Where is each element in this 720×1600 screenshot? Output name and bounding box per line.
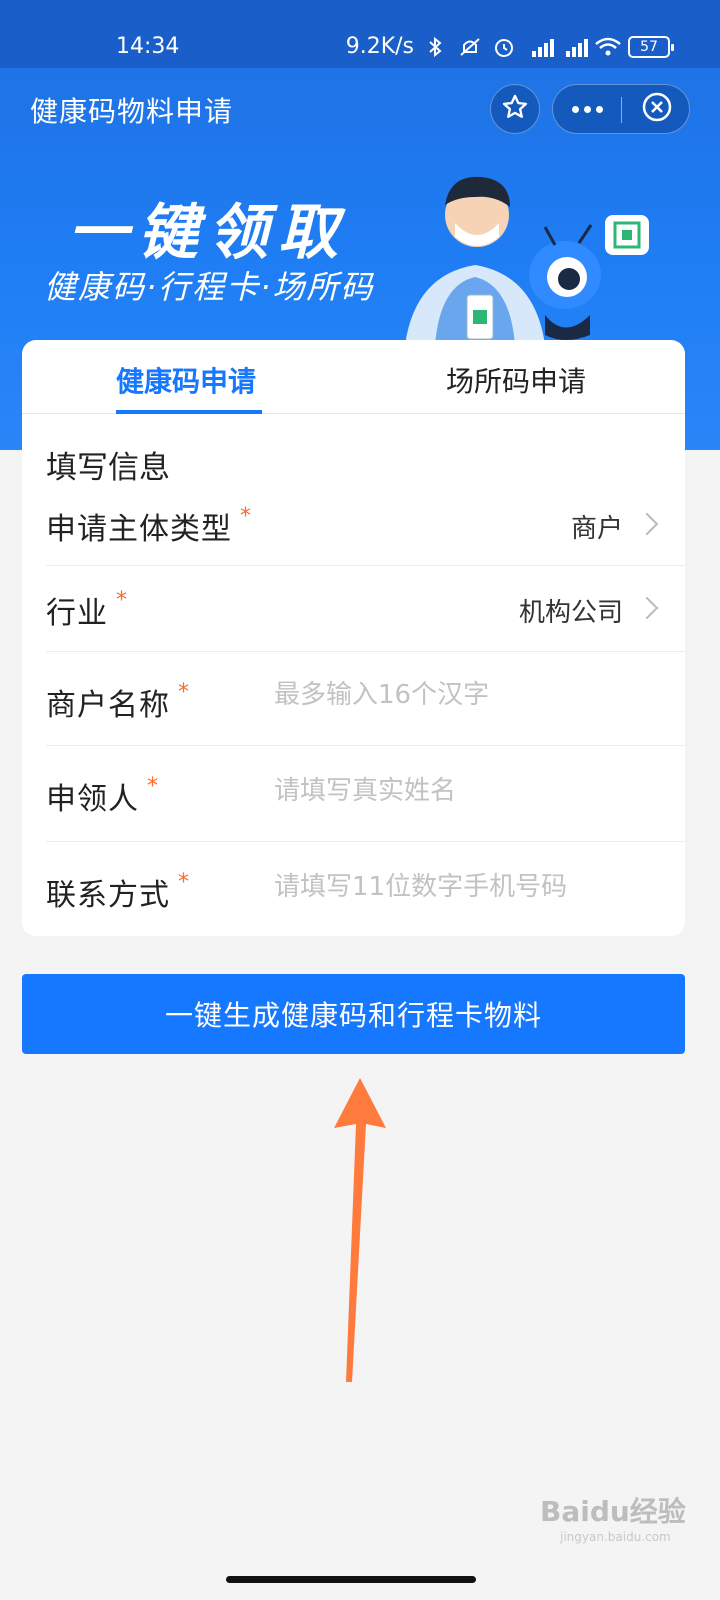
more-dots-icon xyxy=(571,105,579,113)
required-mark: * xyxy=(147,774,159,799)
tab-venue-code[interactable]: 场所码申请 xyxy=(446,360,586,414)
merchant-name-input[interactable] xyxy=(274,680,654,710)
bluetooth-icon xyxy=(424,36,448,58)
chevron-right-icon xyxy=(635,512,659,536)
field-contact: 联系方式 * xyxy=(46,842,685,936)
field-label: 商户名称 * xyxy=(46,680,190,723)
miniapp-capsule xyxy=(552,84,690,134)
close-circle-icon xyxy=(641,91,673,127)
arrow-up-annotation xyxy=(330,1076,390,1390)
required-mark: * xyxy=(240,504,252,529)
watermark-url: jingyan.baidu.com xyxy=(560,1530,671,1544)
battery-indicator: 57 xyxy=(628,35,674,58)
tab-health-code[interactable]: 健康码申请 xyxy=(116,360,262,414)
field-label: 行业 * xyxy=(46,588,128,631)
field-value: 商户 xyxy=(570,514,623,544)
tab-bar: 健康码申请 场所码申请 xyxy=(22,340,685,414)
required-mark: * xyxy=(178,680,190,705)
field-label: 申领人 * xyxy=(46,774,159,817)
favorite-button[interactable] xyxy=(490,84,540,134)
status-bar: 14:34 9.2K/s 57 xyxy=(0,0,720,68)
application-card: 健康码申请 场所码申请 填写信息 申请主体类型 * 商户 行业 * 机构公司 商户名… xyxy=(22,340,685,936)
wifi-icon xyxy=(594,36,621,58)
field-applicant-type[interactable]: 申请主体类型 * 商户 xyxy=(46,480,685,566)
capsule-divider xyxy=(621,97,622,123)
home-indicator[interactable] xyxy=(226,1576,476,1583)
page-title: 健康码物料申请 xyxy=(30,95,234,128)
field-applicant: 申领人 * xyxy=(46,746,685,842)
tab-label: 场所码申请 xyxy=(446,365,587,398)
status-icons: 9.2K/s 57 xyxy=(345,34,674,59)
banner-title: 一键领取 xyxy=(68,198,348,268)
mute-icon xyxy=(458,36,482,58)
field-label: 申请主体类型 * xyxy=(46,504,252,547)
field-merchant-name: 商户名称 * xyxy=(46,652,685,746)
required-mark: * xyxy=(178,870,190,895)
required-mark: * xyxy=(116,588,128,613)
signal-icon-2 xyxy=(560,36,588,58)
banner-illustration xyxy=(395,165,655,349)
banner-subtitle: 健康码·行程卡·场所码 xyxy=(44,268,375,306)
field-value: 机构公司 xyxy=(518,598,623,628)
more-button[interactable] xyxy=(553,85,621,133)
tab-label: 健康码申请 xyxy=(116,365,257,398)
network-speed: 9.2K/s xyxy=(345,34,414,59)
baidu-watermark: Baidu经验 xyxy=(540,1495,686,1528)
alarm-icon xyxy=(492,36,516,58)
signal-icon xyxy=(526,36,554,58)
applicant-name-input[interactable] xyxy=(274,776,654,806)
tab-active-indicator xyxy=(116,410,262,414)
chevron-right-icon xyxy=(635,596,659,620)
generate-materials-button[interactable]: 一键生成健康码和行程卡物料 xyxy=(22,974,685,1054)
star-icon xyxy=(501,93,529,125)
field-industry[interactable]: 行业 * 机构公司 xyxy=(46,566,685,652)
close-button[interactable] xyxy=(625,85,689,133)
field-label: 联系方式 * xyxy=(46,870,190,913)
phone-input[interactable] xyxy=(274,872,654,902)
status-time: 14:34 xyxy=(116,34,180,59)
